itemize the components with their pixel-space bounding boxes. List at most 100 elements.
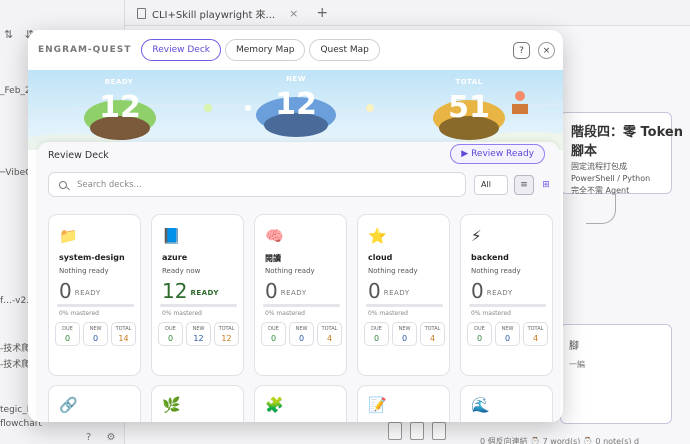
due-value: 0 (64, 334, 71, 343)
due-value: 0 (373, 334, 380, 343)
puzzle-icon: 🧩 (265, 396, 284, 414)
total-label: TOTAL (455, 78, 483, 86)
deck-name: 閱讀 (265, 254, 281, 263)
sidebar-file[interactable]: ─VibeC (0, 168, 31, 178)
deck-status: Nothing ready (265, 267, 315, 275)
tab-review-deck[interactable]: Review Deck (141, 39, 221, 61)
deck-card[interactable]: 🧩 (254, 385, 347, 422)
sidebar-bottom-icons[interactable]: ? ⚙ (86, 432, 121, 443)
mastery-bar (160, 304, 237, 307)
book-icon: 📘 (162, 227, 181, 245)
grid-view-icon[interactable]: ⊞ (536, 175, 556, 195)
filter-select[interactable]: All (474, 175, 508, 195)
due-label: DUE (62, 326, 73, 332)
total-stat: TOTAL 12 (214, 322, 239, 346)
total-label: TOTAL (424, 326, 441, 332)
deck-card[interactable]: 📘 azure Ready now 12 READY 0% mastered DU… (151, 214, 244, 376)
total-count: 51 (448, 90, 490, 125)
sidebar-file[interactable]: -技术爬 (0, 341, 30, 354)
new-value: 0 (504, 334, 511, 343)
panel-title: Review Deck (48, 150, 109, 161)
new-tab-icon[interactable]: + (316, 5, 328, 21)
due-value: 0 (270, 334, 277, 343)
deck-ready-count: 12 (162, 279, 188, 303)
file-icon[interactable] (410, 422, 424, 440)
search-box[interactable] (48, 172, 466, 197)
deck-card[interactable]: ⭐ cloud Nothing ready 0 READY 0% mastered… (357, 214, 450, 376)
close-icon[interactable]: × (289, 7, 298, 20)
deck-name: cloud (368, 253, 393, 262)
total-label: TOTAL (218, 326, 235, 332)
deck-ready-label: READY (74, 289, 101, 297)
ready-label: READY (104, 78, 134, 86)
total-label: TOTAL (115, 326, 132, 332)
due-label: DUE (371, 326, 382, 332)
search-input[interactable] (77, 179, 457, 190)
flow-connector (586, 194, 616, 224)
mastery-bar (469, 304, 546, 307)
file-icon[interactable] (388, 422, 402, 440)
leaf-icon: 🌿 (162, 396, 181, 414)
deck-ready-label: READY (486, 289, 513, 297)
help-icon[interactable]: ? (513, 42, 530, 59)
deck-name: backend (471, 253, 509, 262)
deck-card[interactable]: 📁 system-design Nothing ready 0 READY 0% … (48, 214, 141, 376)
engram-quest-modal: ENGRAM-QUEST Review Deck Memory Map Ques… (28, 30, 563, 422)
mastered-text: 0% mastered (368, 310, 408, 317)
new-stat: NEW 0 (495, 322, 520, 346)
flow-card-title-2: 腳本 (571, 144, 598, 159)
background-tab[interactable]: CLI+Skill playwright 來... × + (137, 4, 328, 22)
deck-card[interactable]: 🧠 閱讀 Nothing ready 0 READY 0% mastered DU… (254, 214, 347, 376)
total-stat: TOTAL 4 (523, 322, 548, 346)
new-value: 0 (401, 334, 408, 343)
link-icon: 🔗 (59, 396, 78, 414)
total-stat: TOTAL 4 (317, 322, 342, 346)
background-flow-card[interactable]: 階段四：零 Token 腳本 固定流程打包成 PowerShell / Pyth… (560, 112, 683, 195)
hero-banner: READY 12 NEW 12 TOTAL 51 (28, 70, 563, 150)
lightning-icon: ⚡ (471, 227, 482, 245)
flow-card-line: 一編 (569, 360, 585, 369)
new-value: 0 (92, 334, 99, 343)
file-icon[interactable] (432, 422, 446, 440)
brain-icon: 🧠 (265, 227, 284, 245)
due-label: DUE (268, 326, 279, 332)
deck-card[interactable]: 🌊 (460, 385, 553, 422)
mastery-bar (366, 304, 443, 307)
review-ready-button[interactable]: ▶ Review Ready (450, 144, 545, 164)
deck-status: Nothing ready (368, 267, 418, 275)
flow-card-line: 完全不需 Agent (571, 186, 630, 195)
new-stat: NEW 0 (83, 322, 108, 346)
new-label: NEW (501, 326, 514, 332)
flow-card-title: 階段四：零 Token (571, 125, 683, 140)
search-icon (59, 180, 67, 189)
due-stat: DUE 0 (261, 322, 286, 346)
deck-card[interactable]: 📝 (357, 385, 450, 422)
background-file-icons (388, 422, 446, 440)
deck-card[interactable]: 🌿 (151, 385, 244, 422)
new-label: NEW (295, 326, 308, 332)
tab-quest-map[interactable]: Quest Map (309, 39, 380, 61)
deck-status: Nothing ready (471, 267, 521, 275)
mastered-text: 0% mastered (59, 310, 99, 317)
background-tab-title: CLI+Skill playwright 來... (152, 9, 276, 21)
deck-ready-label: READY (383, 289, 410, 297)
deck-card[interactable]: ⚡ backend Nothing ready 0 READY 0% master… (460, 214, 553, 376)
due-value: 0 (167, 334, 174, 343)
new-stat: NEW 12 (186, 322, 211, 346)
deck-status: Ready now (162, 267, 201, 275)
due-label: DUE (165, 326, 176, 332)
flower-icon (515, 91, 525, 101)
new-stat: NEW 0 (289, 322, 314, 346)
list-view-icon[interactable]: ≡ (514, 175, 534, 195)
total-stat: TOTAL 14 (111, 322, 136, 346)
total-stat: TOTAL 4 (420, 322, 445, 346)
new-value: 12 (193, 334, 204, 343)
deck-card[interactable]: 🔗 (48, 385, 141, 422)
ready-count: 12 (99, 90, 141, 125)
deck-ready-label: READY (280, 289, 307, 297)
close-icon[interactable]: × (538, 42, 555, 59)
tab-memory-map[interactable]: Memory Map (225, 39, 306, 61)
new-label: NEW (192, 326, 205, 332)
sidebar-file[interactable]: -技术爬 (0, 357, 30, 370)
background-flow-card-2[interactable]: 腳 一編 (560, 324, 672, 424)
